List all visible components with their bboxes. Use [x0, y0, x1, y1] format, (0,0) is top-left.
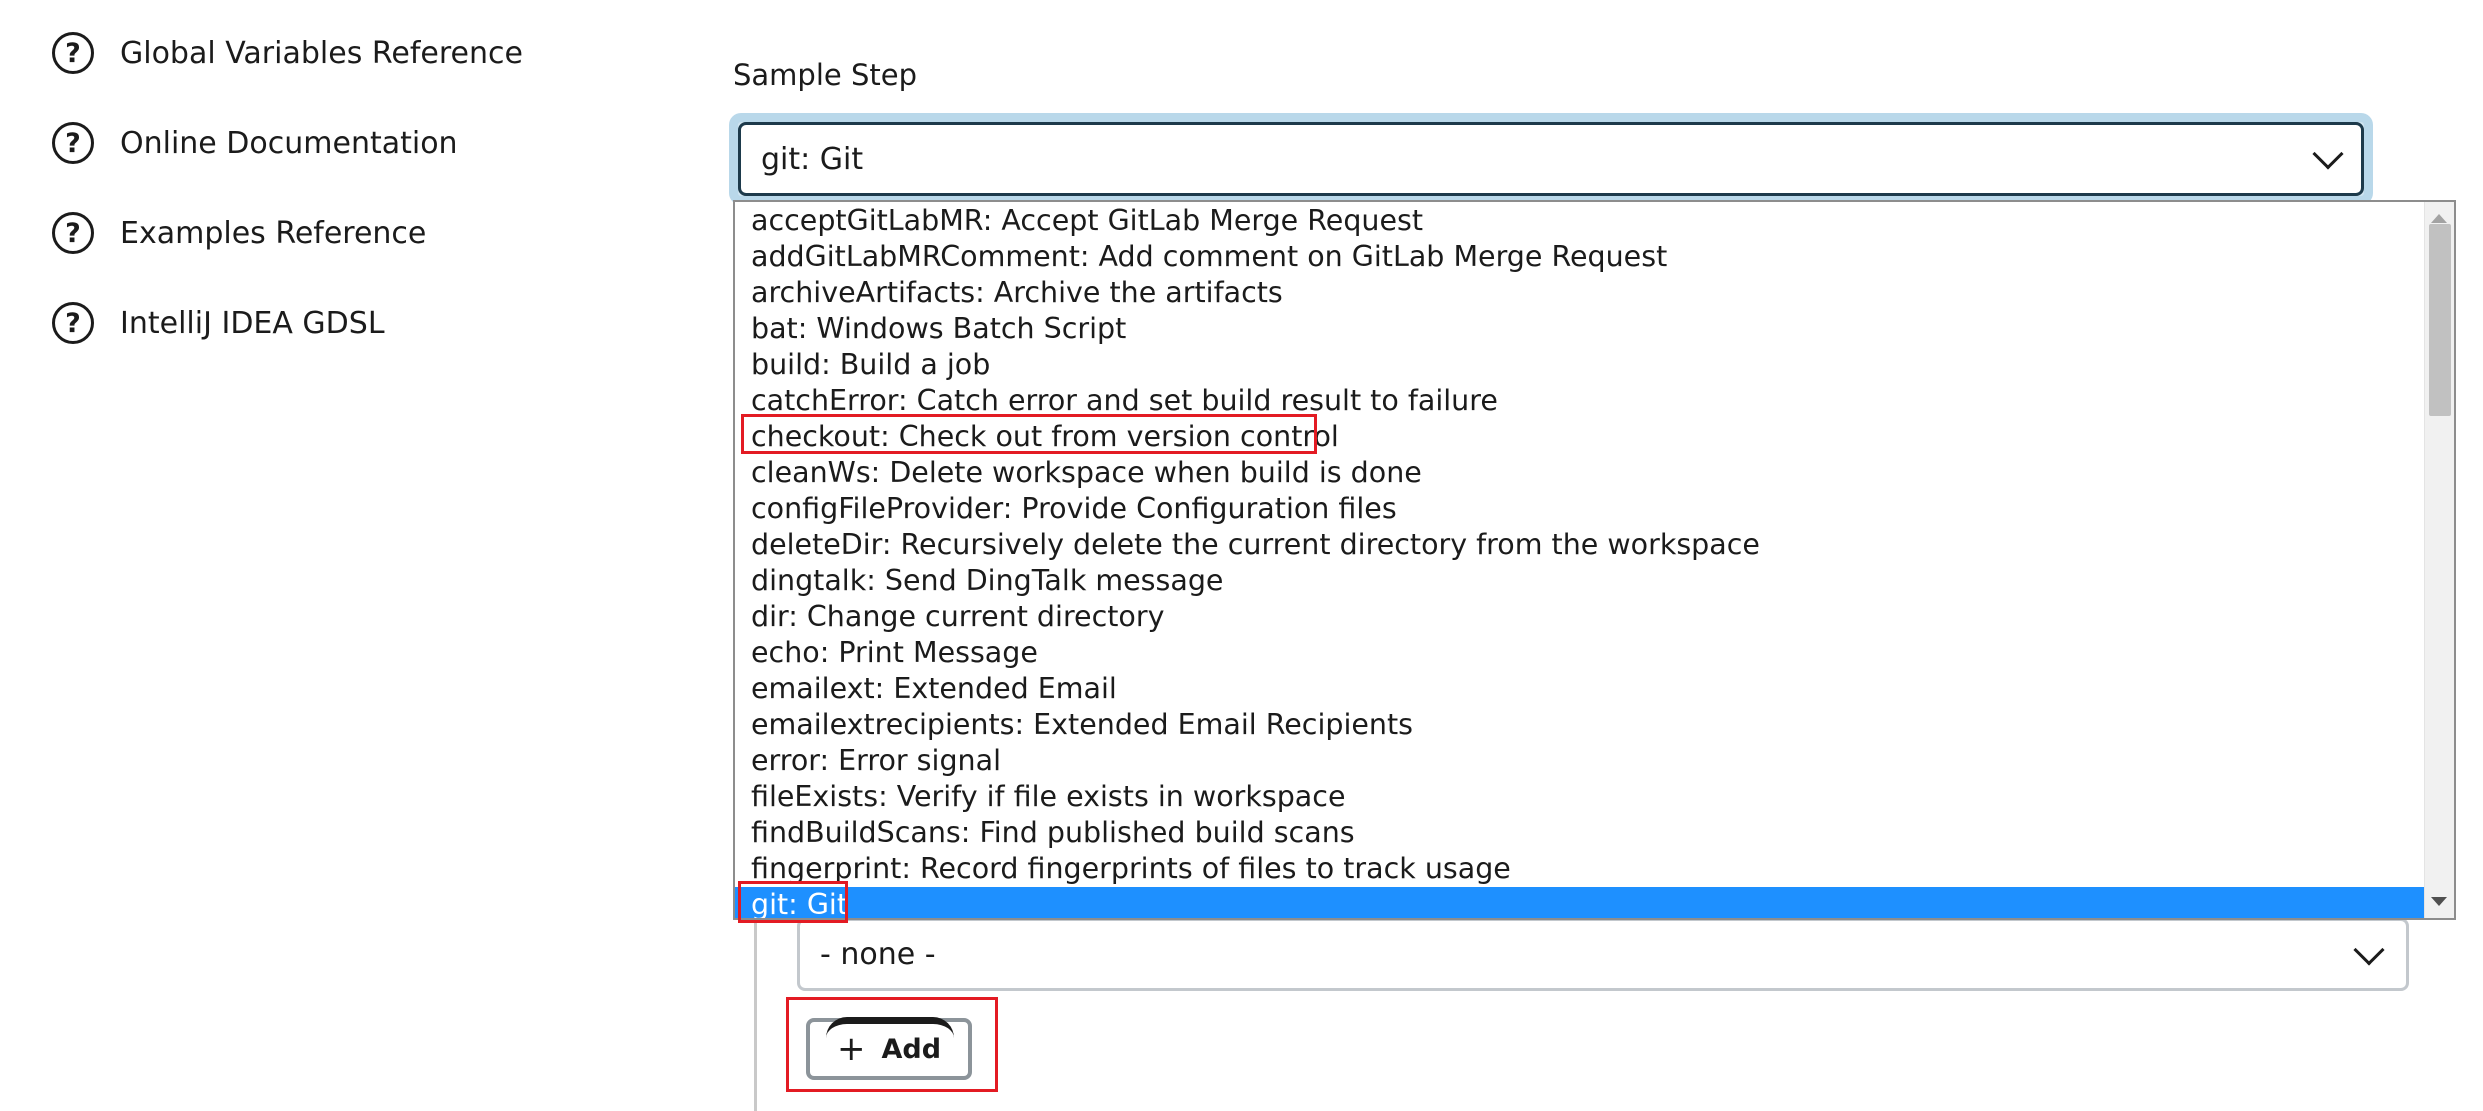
add-button[interactable]: + Add: [806, 1017, 972, 1080]
sample-step-label: Sample Step: [733, 58, 917, 92]
scroll-up-arrow-icon[interactable]: [2431, 214, 2447, 223]
dropdown-option[interactable]: dir: Change current directory: [735, 599, 2428, 635]
dropdown-option[interactable]: addGitLabMRComment: Add comment on GitLa…: [735, 239, 2428, 275]
sample-step-select-box[interactable]: git: Git: [738, 122, 2364, 196]
sidebar-item-examples-reference[interactable]: ? Examples Reference: [52, 203, 426, 263]
help-circle-icon: ?: [52, 122, 94, 164]
dropdown-option[interactable]: acceptGitLabMR: Accept GitLab Merge Requ…: [735, 203, 2428, 239]
sidebar-item-label: Online Documentation: [120, 125, 458, 161]
credentials-selected-value: - none -: [820, 937, 936, 972]
sidebar-item-online-documentation[interactable]: ? Online Documentation: [52, 113, 458, 173]
scroll-down-arrow-icon[interactable]: [2431, 897, 2447, 906]
chevron-down-icon: [2353, 933, 2385, 966]
dropdown-option[interactable]: echo: Print Message: [735, 635, 2428, 671]
dropdown-option[interactable]: archiveArtifacts: Archive the artifacts: [735, 275, 2428, 311]
dropdown-option-checkout[interactable]: checkout: Check out from version control: [735, 419, 2428, 455]
help-circle-icon: ?: [52, 302, 94, 344]
sidebar-item-label: Examples Reference: [120, 215, 427, 251]
section-border: [754, 900, 757, 1111]
sidebar-item-intellij-idea-gdsl[interactable]: ? IntelliJ IDEA GDSL: [52, 293, 385, 353]
chevron-down-icon: [2312, 138, 2344, 170]
dropdown-option[interactable]: fingerprint: Record fingerprints of file…: [735, 851, 2428, 887]
sidebar-item-label: IntelliJ IDEA GDSL: [120, 305, 385, 341]
dropdown-option[interactable]: deleteDir: Recursively delete the curren…: [735, 527, 2428, 563]
dropdown-option[interactable]: bat: Windows Batch Script: [735, 311, 2428, 347]
help-circle-icon: ?: [52, 32, 94, 74]
dropdown-option[interactable]: findBuildScans: Find published build sca…: [735, 815, 2428, 851]
dropdown-option[interactable]: fileExists: Verify if file exists in wor…: [735, 779, 2428, 815]
sidebar-item-global-variables-reference[interactable]: ? Global Variables Reference: [52, 23, 523, 83]
dropdown-option[interactable]: build: Build a job: [735, 347, 2428, 383]
dropdown-scrollbar[interactable]: [2424, 202, 2454, 918]
dropdown-option[interactable]: emailext: Extended Email: [735, 671, 2428, 707]
sample-step-dropdown-list[interactable]: acceptGitLabMR: Accept GitLab Merge Requ…: [733, 200, 2456, 920]
credentials-select[interactable]: - none -: [797, 918, 2409, 991]
help-circle-icon: ?: [52, 212, 94, 254]
plus-icon: +: [836, 1029, 866, 1069]
dropdown-option[interactable]: error: Error signal: [735, 743, 2428, 779]
sidebar-item-label: Global Variables Reference: [120, 35, 523, 71]
dropdown-option[interactable]: dingtalk: Send DingTalk message: [735, 563, 2428, 599]
dropdown-option[interactable]: catchError: Catch error and set build re…: [735, 383, 2428, 419]
add-button-label: Add: [881, 1033, 942, 1065]
dropdown-option[interactable]: cleanWs: Delete workspace when build is …: [735, 455, 2428, 491]
scrollbar-thumb[interactable]: [2429, 224, 2451, 416]
sample-step-select[interactable]: git: Git: [729, 113, 2373, 205]
dropdown-option-selected[interactable]: git: Git: [735, 887, 2428, 918]
dropdown-option[interactable]: configFileProvider: Provide Configuratio…: [735, 491, 2428, 527]
sample-step-selected-value: git: Git: [761, 141, 864, 177]
dropdown-option[interactable]: emailextrecipients: Extended Email Recip…: [735, 707, 2428, 743]
